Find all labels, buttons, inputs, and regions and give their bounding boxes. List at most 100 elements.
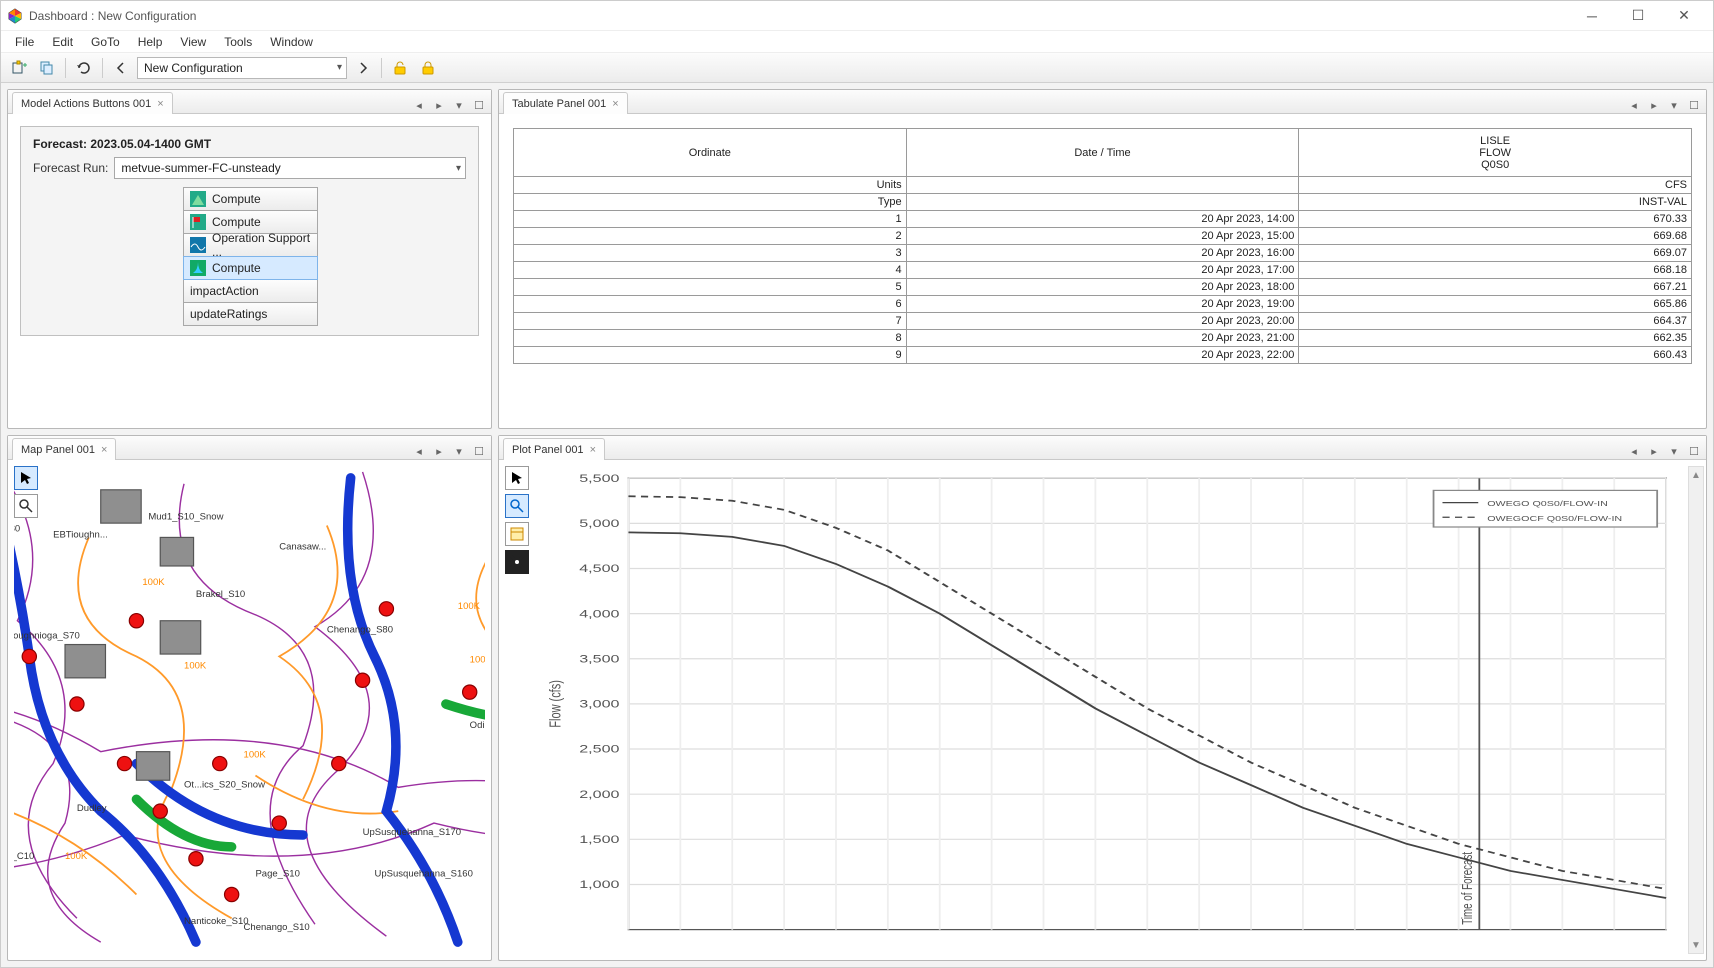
cell[interactable]: 20 Apr 2023, 19:00 (906, 296, 1299, 313)
lock-open-icon[interactable] (388, 56, 412, 80)
tb-copy-icon[interactable] (35, 56, 59, 80)
action-icon (190, 260, 206, 276)
cell[interactable]: 4 (514, 262, 907, 279)
col-value[interactable]: LISLE FLOW Q0S0 (1299, 129, 1692, 177)
tab-model-actions[interactable]: Model Actions Buttons 001 × (12, 92, 173, 114)
cell[interactable]: 667.21 (1299, 279, 1692, 296)
panel-max-icon[interactable]: ☐ (471, 443, 487, 459)
col-ordinate[interactable]: Ordinate (514, 129, 907, 177)
menu-file[interactable]: File (7, 33, 42, 51)
panel-menu-icon[interactable]: ▾ (1666, 97, 1682, 113)
cell[interactable]: 20 Apr 2023, 18:00 (906, 279, 1299, 296)
close-button[interactable]: ✕ (1661, 1, 1707, 31)
panel-prev-icon[interactable]: ◂ (411, 97, 427, 113)
panel-prev-icon[interactable]: ◂ (1626, 97, 1642, 113)
cell[interactable]: 20 Apr 2023, 20:00 (906, 313, 1299, 330)
cell[interactable]: Units (514, 177, 907, 194)
panel-prev-icon[interactable]: ◂ (411, 443, 427, 459)
menu-edit[interactable]: Edit (44, 33, 81, 51)
menu-tools[interactable]: Tools (216, 33, 260, 51)
action-compute[interactable]: Compute (183, 187, 318, 211)
tabulate-tabbar: Tabulate Panel 001 × ◂ ▸ ▾ ☐ (499, 90, 1706, 114)
tab-close-icon[interactable]: × (101, 444, 107, 456)
cell[interactable]: 660.43 (1299, 347, 1692, 364)
map-pointer-tool[interactable] (14, 466, 38, 490)
panel-max-icon[interactable]: ☐ (471, 97, 487, 113)
minimize-button[interactable]: ─ (1569, 1, 1615, 31)
plot-scrollbar[interactable]: ▲ ▼ (1688, 466, 1704, 954)
menu-window[interactable]: Window (262, 33, 321, 51)
lock-closed-icon[interactable] (416, 56, 440, 80)
cell[interactable]: CFS (1299, 177, 1692, 194)
panel-max-icon[interactable]: ☐ (1686, 443, 1702, 459)
panel-next-icon[interactable]: ▸ (431, 97, 447, 113)
cell[interactable]: 664.37 (1299, 313, 1692, 330)
tab-tabulate[interactable]: Tabulate Panel 001 × (503, 92, 628, 114)
menu-help[interactable]: Help (130, 33, 171, 51)
panel-menu-icon[interactable]: ▾ (451, 443, 467, 459)
cell[interactable]: 20 Apr 2023, 16:00 (906, 245, 1299, 262)
tab-close-icon[interactable]: × (612, 98, 618, 110)
panel-menu-icon[interactable]: ▾ (1666, 443, 1682, 459)
tb-back-icon[interactable] (109, 56, 133, 80)
action-operation-support-[interactable]: Operation Support ... (183, 233, 318, 257)
forecast-run-combo[interactable]: metvue-summer-FC-unsteady (114, 157, 466, 179)
cell[interactable] (906, 177, 1299, 194)
cell[interactable]: 670.33 (1299, 211, 1692, 228)
plot-gear-tool[interactable] (505, 550, 529, 574)
tb-refresh-icon[interactable] (72, 56, 96, 80)
cell[interactable]: 20 Apr 2023, 14:00 (906, 211, 1299, 228)
cell[interactable]: 669.07 (1299, 245, 1692, 262)
action-updateratings[interactable]: updateRatings (183, 302, 318, 326)
cell[interactable]: 20 Apr 2023, 17:00 (906, 262, 1299, 279)
menu-goto[interactable]: GoTo (83, 33, 128, 51)
map-zoom-tool[interactable] (14, 494, 38, 518)
cell[interactable]: 665.86 (1299, 296, 1692, 313)
scroll-up-icon[interactable]: ▲ (1691, 467, 1701, 483)
panel-next-icon[interactable]: ▸ (1646, 443, 1662, 459)
cell[interactable]: 7 (514, 313, 907, 330)
action-impactaction[interactable]: impactAction (183, 279, 318, 303)
panel-menu-icon[interactable]: ▾ (451, 97, 467, 113)
svg-text:Chenango_S80: Chenango_S80 (327, 625, 393, 636)
config-combo-label: New Configuration (144, 61, 243, 75)
cell[interactable]: 2 (514, 228, 907, 245)
tab-close-icon[interactable]: × (590, 444, 596, 456)
panel-next-icon[interactable]: ▸ (431, 443, 447, 459)
map-canvas[interactable]: Tioughnioga_S80EBTioughn... Mud1_S10_Sno… (14, 466, 485, 954)
cell[interactable]: 20 Apr 2023, 22:00 (906, 347, 1299, 364)
cell[interactable]: 669.68 (1299, 228, 1692, 245)
maximize-button[interactable]: ☐ (1615, 1, 1661, 31)
plot-canvas[interactable]: 1,0001,5002,0002,5003,0003,5004,0004,500… (539, 466, 1684, 954)
config-combo[interactable]: New Configuration (137, 57, 347, 79)
cell[interactable]: 5 (514, 279, 907, 296)
tab-close-icon[interactable]: × (157, 98, 163, 110)
menu-view[interactable]: View (172, 33, 214, 51)
tab-plot[interactable]: Plot Panel 001 × (503, 438, 605, 460)
plot-pointer-tool[interactable] (505, 466, 529, 490)
cell[interactable]: 668.18 (1299, 262, 1692, 279)
plot-zoom-tool[interactable] (505, 494, 529, 518)
cell[interactable]: 6 (514, 296, 907, 313)
tb-new-icon[interactable] (7, 56, 31, 80)
cell[interactable] (906, 194, 1299, 211)
cell[interactable]: 662.35 (1299, 330, 1692, 347)
cell[interactable]: 1 (514, 211, 907, 228)
plot-props-tool[interactable] (505, 522, 529, 546)
cell[interactable]: 9 (514, 347, 907, 364)
scroll-down-icon[interactable]: ▼ (1691, 937, 1701, 953)
cell[interactable]: 3 (514, 245, 907, 262)
col-datetime[interactable]: Date / Time (906, 129, 1299, 177)
panel-prev-icon[interactable]: ◂ (1626, 443, 1642, 459)
tab-map[interactable]: Map Panel 001 × (12, 438, 116, 460)
cell[interactable]: 20 Apr 2023, 21:00 (906, 330, 1299, 347)
panel-next-icon[interactable]: ▸ (1646, 97, 1662, 113)
cell[interactable]: 20 Apr 2023, 15:00 (906, 228, 1299, 245)
cell[interactable]: Type (514, 194, 907, 211)
tb-forward-icon[interactable] (351, 56, 375, 80)
action-compute[interactable]: Compute (183, 256, 318, 280)
cell[interactable]: INST-VAL (1299, 194, 1692, 211)
cell[interactable]: 8 (514, 330, 907, 347)
panel-max-icon[interactable]: ☐ (1686, 97, 1702, 113)
svg-text:100K: 100K (142, 577, 165, 588)
